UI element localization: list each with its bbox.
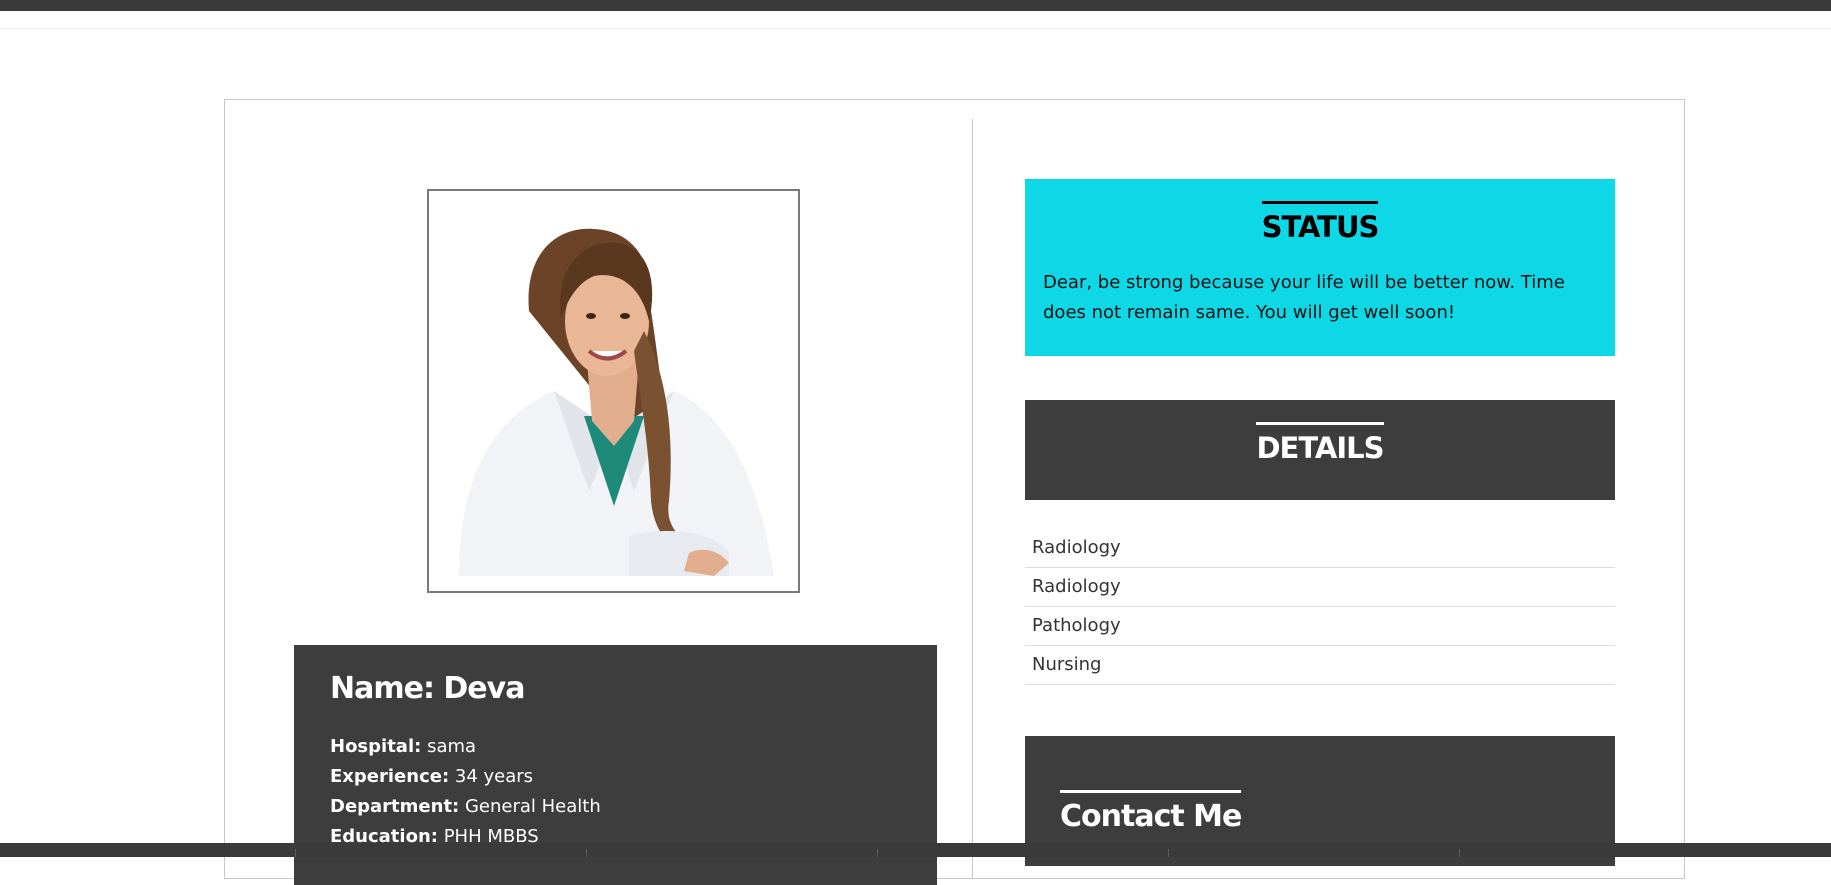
browser-top-bar [0,0,1831,11]
details-list: Radiology Radiology Pathology Nursing [1025,530,1615,686]
info-label: Hospital: [330,736,422,757]
details-header-panel: DETAILS [1025,400,1615,500]
info-label: Experience: [330,766,450,787]
contact-title: Contact Me [1060,790,1242,834]
header-divider [0,28,1831,29]
info-value: sama [427,736,477,757]
footer-separator [295,849,296,857]
doctor-photo [427,189,800,593]
status-title: STATUS [1261,201,1379,244]
details-list-item: Radiology [1025,569,1615,607]
footer-separator [1459,849,1460,857]
info-label: Department: [330,796,460,817]
details-title: DETAILS [1256,422,1385,465]
footer-separator [1168,849,1169,857]
details-list-item: Nursing [1025,647,1615,685]
footer-separator [586,849,587,857]
status-panel: STATUS Dear, be strong because your life… [1025,179,1615,356]
footer-separator [877,849,878,857]
info-value: 34 years [454,766,534,787]
footer-bar [0,843,1831,857]
info-row-experience: Experience: 34 years [330,762,901,792]
status-message: Dear, be strong because your life will b… [1043,272,1565,323]
doctor-name: Name: Deva [330,671,525,706]
info-row-department: Department: General Health [330,792,901,822]
info-value: General Health [464,796,601,817]
details-list-item: Radiology [1025,530,1615,568]
column-divider [972,119,973,879]
details-list-item: Pathology [1025,608,1615,646]
info-row-hospital: Hospital: sama [330,732,901,762]
